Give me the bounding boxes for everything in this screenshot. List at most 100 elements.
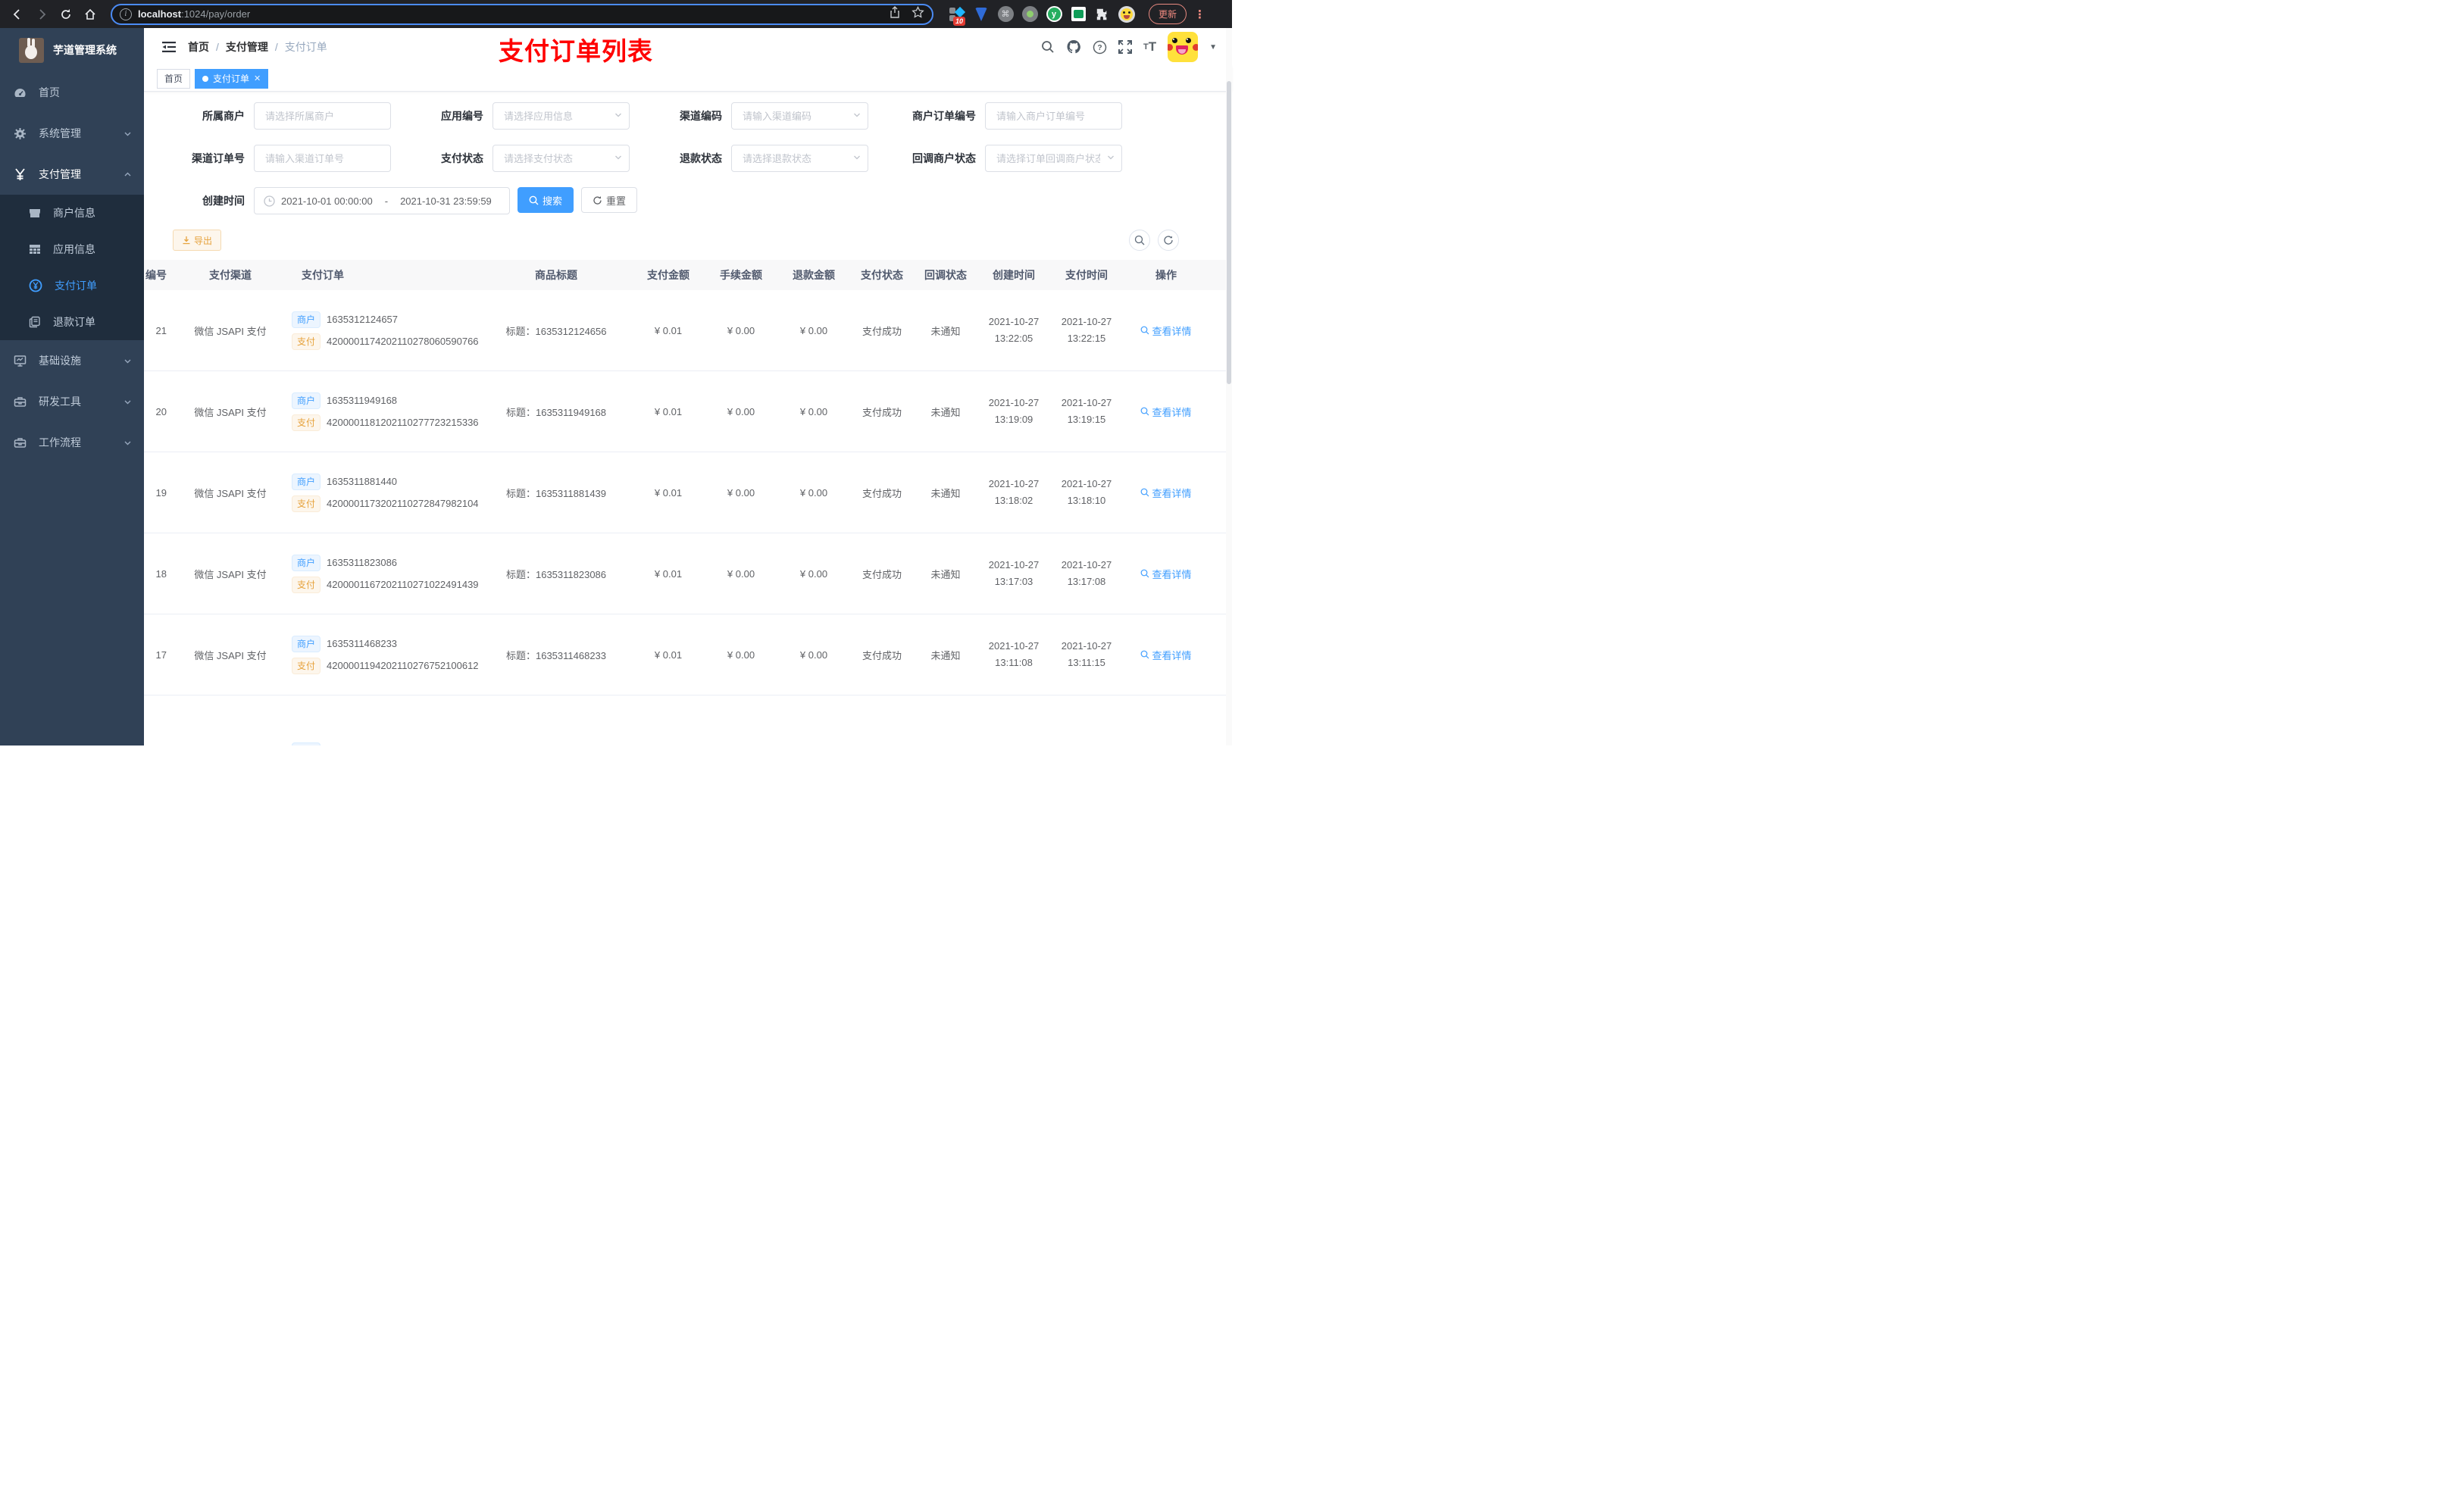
cell-pay-time: 2021-10-27 13:18:10 [1061,478,1112,506]
refresh-icon [1164,236,1173,245]
bookmark-star-icon[interactable] [911,5,924,23]
sidebar-item-infra[interactable]: 基础设施 [0,340,144,381]
merchant-tag: 商户 [292,473,321,490]
extension-y-icon[interactable]: y [1046,6,1062,23]
browser-menu-icon[interactable]: ⋮ [1191,8,1209,21]
sidebar-item-home[interactable]: 首页 [0,72,144,113]
tag-close-icon[interactable]: ✕ [254,73,261,83]
breadcrumb: 首页 / 支付管理 / 支付订单 [188,39,327,55]
cell-notify: 未通知 [930,649,961,661]
cell-status: 支付成功 [861,568,902,580]
extension-blue-diamond-icon[interactable]: 10 [949,6,966,26]
sidebar-item-refund-order[interactable]: 退款订单 [0,304,144,340]
site-info-icon[interactable]: i [120,8,132,20]
search-icon [529,195,539,205]
notify-status-filter-select[interactable] [985,145,1122,172]
scrollbar-thumb[interactable] [1227,81,1231,384]
channel-order-no-filter-input[interactable] [254,145,391,172]
view-detail-link[interactable]: 查看详情 [1140,486,1192,500]
fullscreen-icon[interactable] [1118,40,1132,54]
font-size-icon[interactable]: TT [1143,39,1156,55]
sidebar-item-dev-tools[interactable]: 研发工具 [0,381,144,422]
tag-pay-order[interactable]: 支付订单 ✕ [195,68,269,89]
tag-home[interactable]: 首页 [157,68,191,89]
browser-back-icon[interactable] [8,5,27,24]
page-content: 所属商户 应用编号 [144,92,1232,746]
breadcrumb-home[interactable]: 首页 [188,39,209,55]
view-detail-link[interactable]: 查看详情 [1140,324,1192,338]
header-search-icon[interactable] [1041,40,1055,54]
browser-forward-icon[interactable] [32,5,52,24]
breadcrumb-pay-manage[interactable]: 支付管理 [226,39,268,55]
github-icon[interactable] [1066,39,1081,55]
col-create-time: 创建时间 [993,269,1035,281]
sidebar-item-merchant-info[interactable]: 商户信息 [0,195,144,231]
sidebar-fold-icon[interactable] [156,41,182,53]
merchant-order-no-filter-input[interactable] [985,102,1122,130]
yen-icon [15,167,25,180]
cell-id: 17 [155,649,167,661]
sidebar-item-system[interactable]: 系统管理 [0,113,144,154]
toolbox-icon [14,396,27,407]
table-row: 17 微信 JSAPI 支付 商户 1635311468233 支付 42000… [144,614,1232,695]
col-id: 编号 [145,269,167,281]
date-end-value: 2021-10-31 23:59:59 [400,195,492,207]
extension-command-icon[interactable]: ⌘ [997,6,1014,23]
extension-kite-icon[interactable] [973,6,990,23]
table-row: 19 微信 JSAPI 支付 商户 1635311881440 支付 42000… [144,452,1232,533]
view-detail-link[interactable]: 查看详情 [1140,567,1192,581]
user-avatar[interactable] [1168,32,1199,62]
cell-pay-order: 商户 1635311949168 支付 42000011812021102777… [291,387,480,436]
channel-code-filter-select[interactable] [731,102,868,130]
browser-update-button[interactable]: 更新 [1149,4,1187,24]
merchant-tag: 商户 [292,554,321,571]
cell-amount: ¥ 0.01 [654,324,683,336]
extension-chat-icon[interactable] [1070,6,1087,23]
cell-id: 18 [155,567,167,580]
refresh-table-button[interactable] [1158,230,1179,251]
sidebar-item-pay[interactable]: 支付管理 [0,154,144,195]
sidebar-item-pay-order[interactable]: 支付订单 [0,267,144,304]
extensions-puzzle-icon[interactable] [1094,6,1111,23]
extension-green-dot-icon[interactable] [1021,6,1038,23]
refund-status-filter-select[interactable] [731,145,868,172]
cell-id: 19 [155,486,167,499]
profile-emoji-icon[interactable] [1118,5,1135,23]
filter-form: 所属商户 应用编号 [144,92,1232,214]
cell-fee: ¥ 0.00 [727,486,755,499]
cell-amount: ¥ 0.01 [654,405,683,417]
cell-create-time: 2021-10-27 13:17:03 [988,559,1040,587]
pay-tag: 支付 [292,414,321,431]
cell-title: 标题：1635311949168 [505,406,607,418]
reset-button[interactable]: 重置 [581,187,638,213]
view-detail-link[interactable]: 查看详情 [1140,405,1192,419]
search-icon [1141,407,1149,416]
toggle-search-button[interactable] [1129,230,1150,251]
pay-order-table: 编号 支付渠道 支付订单 商品标题 支付金额 手续金额 退款金额 支付状态 回调… [144,260,1232,746]
app-filter-select[interactable] [492,102,630,130]
merchant-filter-input[interactable] [254,102,391,130]
address-bar[interactable]: i localhost:1024/pay/order [111,3,933,25]
browser-reload-icon[interactable] [56,5,76,24]
sidebar-item-workflow[interactable]: 工作流程 [0,422,144,463]
chevron-up-icon [124,172,131,176]
window-scrollbar[interactable] [1226,28,1232,746]
help-icon[interactable]: ? [1093,40,1107,55]
create-time-range-picker[interactable]: 2021-10-01 00:00:00 - 2021-10-31 23:59:5… [254,187,510,214]
cell-title: 标题：1635311468233 [505,649,607,661]
url-text[interactable]: localhost:1024/pay/order [138,8,883,20]
merchant-order-no-filter-label: 商户订单编号 [912,110,976,122]
share-icon[interactable] [889,5,901,23]
sidebar-item-app-info[interactable]: 应用信息 [0,231,144,267]
export-button[interactable]: 导出 [173,230,222,251]
table-row-partial: 商户 1635311354796 [144,695,1232,746]
col-pay-order: 支付订单 [302,269,344,281]
table-row: 21 微信 JSAPI 支付 商户 1635312124657 支付 42000… [144,290,1232,371]
cell-notify: 未通知 [930,487,961,499]
pay-status-filter-select[interactable] [492,145,630,172]
view-detail-link[interactable]: 查看详情 [1140,648,1192,662]
avatar-caret-icon[interactable]: ▼ [1209,43,1217,52]
browser-home-icon[interactable] [80,5,100,24]
pay-tag: 支付 [292,657,321,674]
search-button[interactable]: 搜索 [518,187,574,213]
